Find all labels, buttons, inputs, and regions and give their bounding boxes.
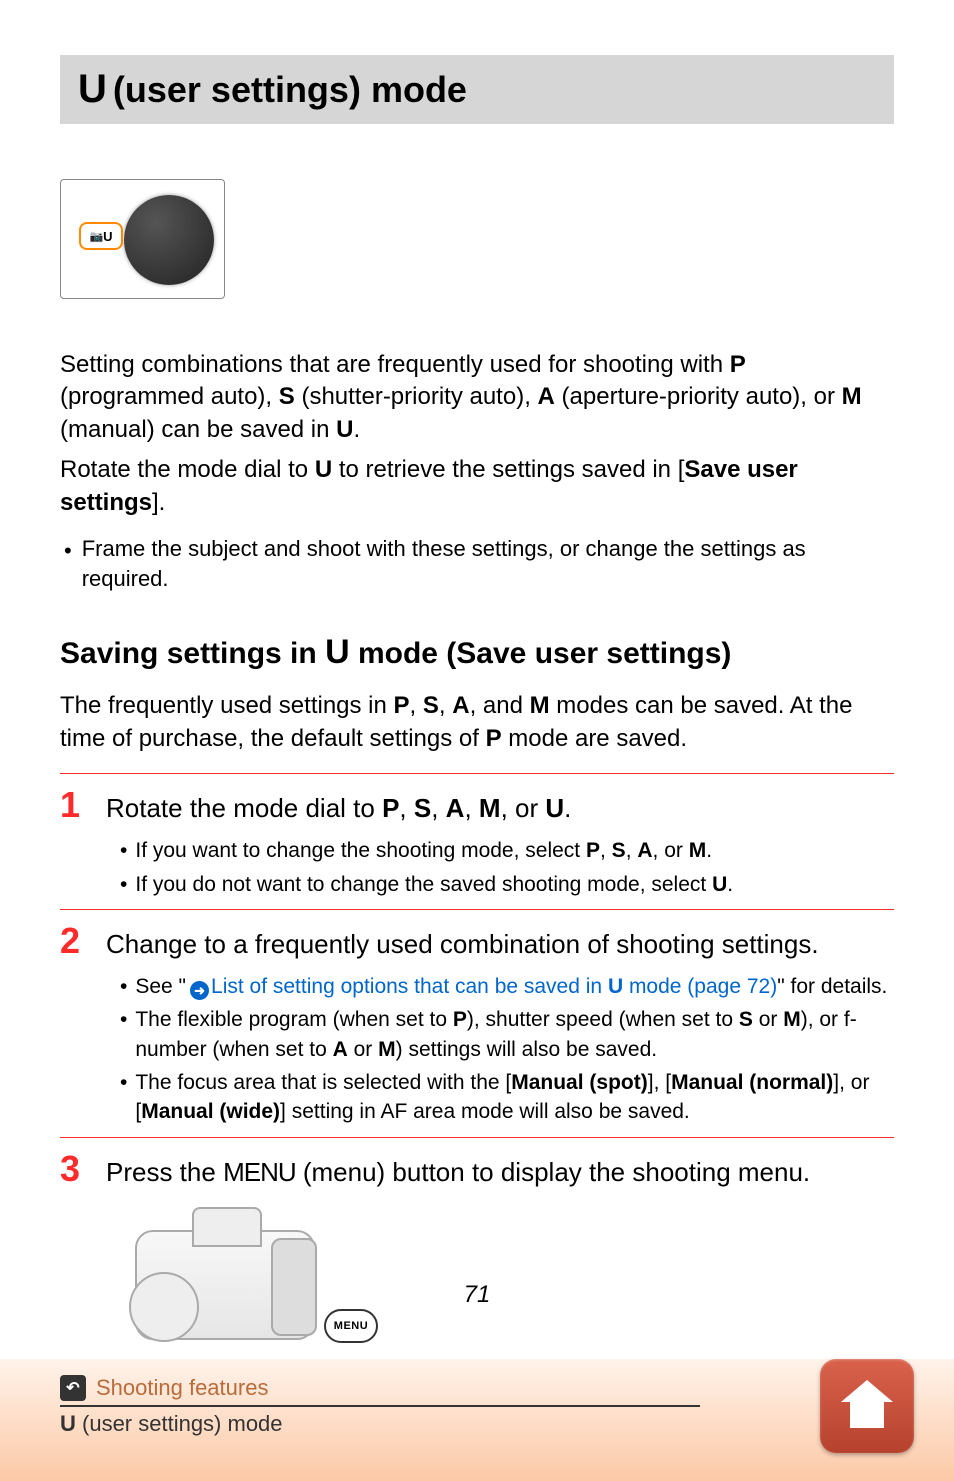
step-3: 3 Press the MENU (menu) button to displa… [60,1137,894,1365]
cross-reference-link[interactable]: List of setting options that can be save… [211,975,777,998]
step-2-number: 2 [60,920,88,962]
home-button[interactable] [820,1359,914,1453]
footer-section: U (user settings) mode [60,1411,894,1437]
main-heading: U (user settings) mode [60,55,894,124]
footer-chapter-link[interactable]: Shooting features [96,1375,268,1401]
dial-icon: 📷 [89,230,103,243]
step-2-title: Change to a frequently used combination … [106,928,819,962]
intro-bullet: • Frame the subject and shoot with these… [60,534,894,593]
back-icon[interactable]: ↶ [60,1375,86,1401]
mode-dial-illustration: 📷 U [60,179,225,299]
step-1-bullet-1: •If you want to change the shooting mode… [120,836,894,865]
step-2: 2 Change to a frequently used combinatio… [60,909,894,1127]
step-1-number: 1 [60,784,88,826]
sub-intro-paragraph: The frequently used settings in P, S, A,… [60,690,894,755]
step-1-title: Rotate the mode dial to P, S, A, M, or U… [106,792,571,826]
sub-heading: Saving settings in U mode (Save user set… [60,633,894,672]
step-3-title: Press the MENU (menu) button to display … [106,1156,810,1190]
step-1-bullet-2: •If you do not want to change the saved … [120,870,894,899]
page-footer: ↶ Shooting features U (user settings) mo… [0,1359,954,1481]
dial-mode-letter: U [103,229,112,244]
step-3-number: 3 [60,1148,88,1190]
page-number: 71 [0,1281,954,1309]
intro-paragraph-1: Setting combinations that are frequently… [60,349,894,446]
step-1: 1 Rotate the mode dial to P, S, A, M, or… [60,773,894,899]
step-2-bullet-3: •The focus area that is selected with th… [120,1068,894,1127]
step-2-bullet-1: •See "➜List of setting options that can … [120,972,894,1001]
link-arrow-icon[interactable]: ➜ [190,981,209,1000]
intro-paragraph-2: Rotate the mode dial to U to retrieve th… [60,454,894,519]
heading-text: (user settings) mode [113,69,467,111]
step-2-bullet-2: •The flexible program (when set to P), s… [120,1005,894,1064]
heading-mode-glyph: U [78,67,107,112]
home-icon [843,1382,891,1430]
menu-button-callout: MENU [324,1309,378,1343]
